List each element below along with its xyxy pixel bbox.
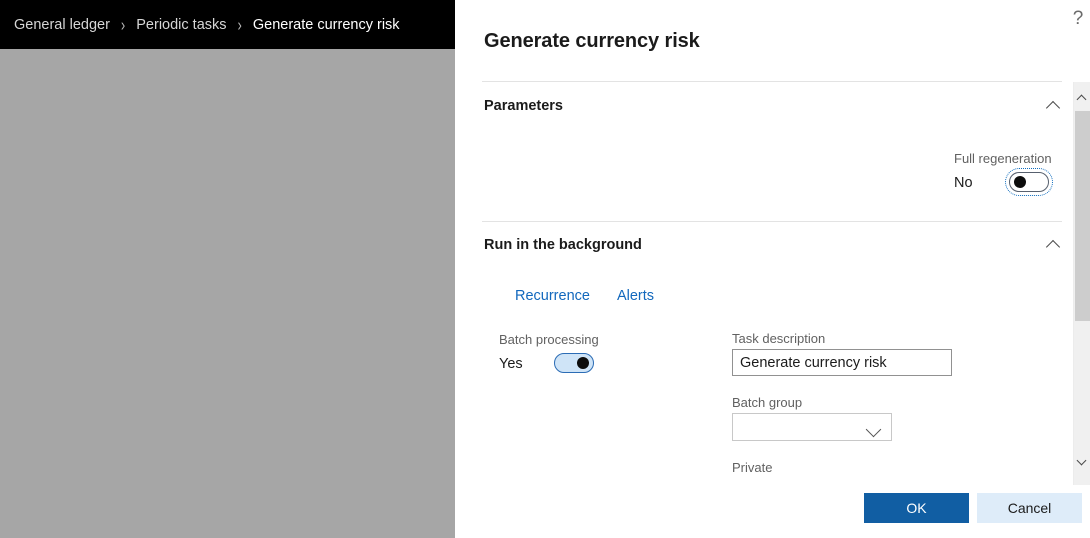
section-divider xyxy=(482,81,1062,82)
dialog-scrollbar[interactable] xyxy=(1073,82,1090,485)
dialog-title: Generate currency risk xyxy=(484,30,700,52)
toggle-knob xyxy=(577,357,589,369)
scrollbar-thumb[interactable] xyxy=(1075,111,1090,321)
help-icon[interactable]: ? xyxy=(1067,8,1089,30)
batch-processing-toggle[interactable] xyxy=(554,353,594,373)
section-header-parameters[interactable]: Parameters xyxy=(484,98,1062,114)
breadcrumb-separator-icon: › xyxy=(120,14,126,35)
scroll-down-button[interactable] xyxy=(1074,451,1090,468)
chevron-up-icon[interactable] xyxy=(1046,98,1062,114)
tab-recurrence[interactable]: Recurrence xyxy=(515,288,590,304)
app-header-bar: General ledger › Periodic tasks › Genera… xyxy=(0,0,455,49)
dialog-footer: OK Cancel xyxy=(455,485,1090,538)
section-header-run-in-the-background[interactable]: Run in the background xyxy=(484,237,1062,253)
batch-group-dropdown[interactable] xyxy=(732,413,892,441)
task-description-input[interactable] xyxy=(732,349,952,376)
task-description-label: Task description xyxy=(732,331,826,346)
batch-processing-label: Batch processing xyxy=(499,332,599,347)
breadcrumb-item-general-ledger[interactable]: General ledger xyxy=(14,16,110,34)
section-title-parameters: Parameters xyxy=(484,98,563,114)
full-regeneration-label: Full regeneration xyxy=(954,151,1052,166)
chevron-up-icon[interactable] xyxy=(1046,237,1062,253)
breadcrumb: General ledger › Periodic tasks › Genera… xyxy=(14,14,400,35)
private-label: Private xyxy=(732,460,773,475)
breadcrumb-item-periodic-tasks[interactable]: Periodic tasks xyxy=(136,16,226,34)
cancel-button[interactable]: Cancel xyxy=(977,493,1082,523)
background-tabs: Recurrence Alerts xyxy=(515,288,654,304)
tab-alerts[interactable]: Alerts xyxy=(617,288,654,304)
toggle-knob xyxy=(1014,176,1026,188)
background-workspace xyxy=(0,0,455,538)
dialog-scroll-body: Parameters Full regeneration No Run in t… xyxy=(455,66,1090,485)
ok-button[interactable]: OK xyxy=(864,493,969,523)
full-regeneration-toggle[interactable] xyxy=(1005,168,1053,196)
full-regeneration-value: No xyxy=(954,175,973,191)
chevron-down-icon[interactable] xyxy=(867,424,880,437)
generate-currency-risk-dialog: ? Generate currency risk Parameters Full… xyxy=(455,0,1090,538)
scroll-up-arrow-icon xyxy=(1078,94,1086,102)
batch-group-label: Batch group xyxy=(732,395,803,410)
batch-processing-value: Yes xyxy=(499,356,523,372)
breadcrumb-separator-icon: › xyxy=(237,14,242,35)
screen: General ledger › Periodic tasks › Genera… xyxy=(0,0,1090,538)
scroll-down-arrow-icon xyxy=(1078,457,1086,465)
scroll-up-button[interactable] xyxy=(1074,88,1090,105)
section-divider xyxy=(482,221,1062,222)
breadcrumb-item-generate-currency-risk[interactable]: Generate currency risk xyxy=(253,16,400,34)
section-title-run-in-the-background: Run in the background xyxy=(484,237,642,253)
